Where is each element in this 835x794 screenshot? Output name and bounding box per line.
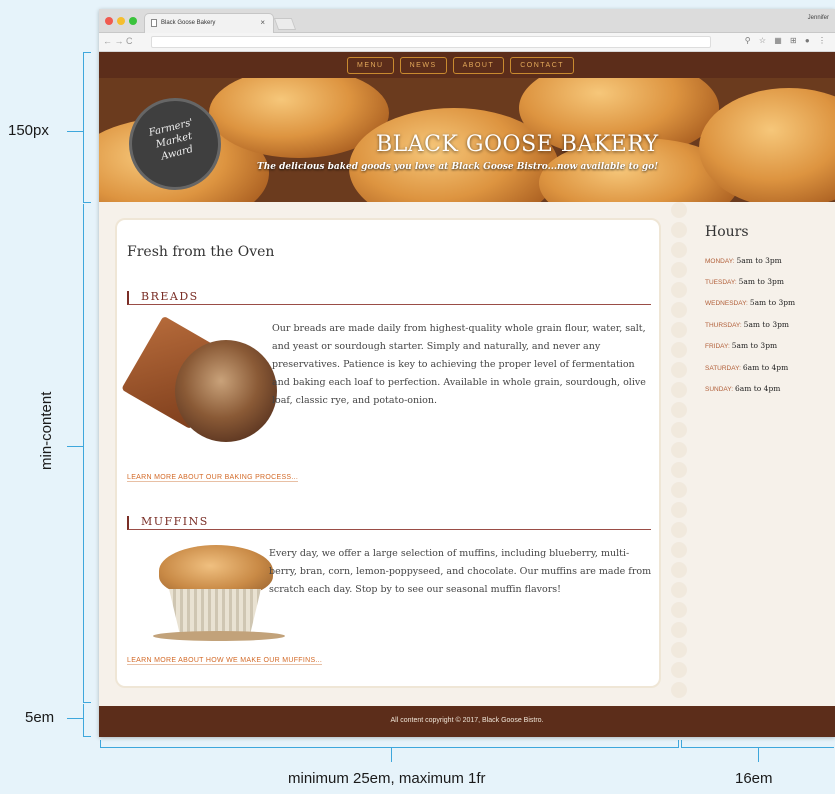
guide-col-main-cap-right xyxy=(678,740,679,748)
guide-row-header-cap-top xyxy=(83,52,91,53)
new-tab-button[interactable] xyxy=(273,18,297,30)
nav-menu-link[interactable]: MENU xyxy=(347,57,394,74)
page: MENU NEWS ABOUT CONTACT Farmers' Market … xyxy=(99,52,835,737)
guide-row-footer-cap-bottom xyxy=(83,736,91,737)
muffin-image xyxy=(153,545,285,645)
nav-about-link[interactable]: ABOUT xyxy=(452,57,505,74)
muffins-learn-more-link[interactable]: LEARN MORE ABOUT HOW WE MAKE OUR MUFFINS… xyxy=(127,657,323,665)
hours-heading: Hours xyxy=(705,224,749,240)
main-content: Fresh from the Oven BREADS Our breads ar… xyxy=(115,218,661,688)
tab-close-icon[interactable]: × xyxy=(260,18,265,27)
site-tagline: The delicious baked goods you love at Bl… xyxy=(257,162,659,172)
nav-contact-link[interactable]: CONTACT xyxy=(510,57,575,74)
annotation-row-main: min-content xyxy=(38,391,55,470)
minimize-window-button[interactable] xyxy=(117,17,125,25)
address-bar-input[interactable] xyxy=(151,36,711,48)
hours-row: THURSDAY: 5am to 3pm xyxy=(705,320,790,329)
browser-tab[interactable]: Black Goose Bakery × xyxy=(144,13,274,33)
nav-news-link[interactable]: NEWS xyxy=(399,57,447,74)
hours-row: MONDAY: 5am to 3pm xyxy=(705,256,782,265)
tab-title: Black Goose Bakery xyxy=(161,20,216,26)
breads-heading: BREADS xyxy=(127,291,651,305)
main-heading: Fresh from the Oven xyxy=(127,244,275,260)
guide-row-main xyxy=(83,204,84,702)
copyright-text: All content copyright © 2017, Black Goos… xyxy=(390,717,544,724)
guide-row-main-tick xyxy=(67,446,83,447)
navigation-icons[interactable]: ← → C xyxy=(103,36,133,46)
hours-row: SATURDAY: 6am to 4pm xyxy=(705,363,789,372)
guide-row-header xyxy=(83,52,84,202)
breads-text: Our breads are made daily from highest-q… xyxy=(272,323,646,406)
annotation-row-header: 150px xyxy=(8,122,49,139)
breads-learn-more-link[interactable]: LEARN MORE ABOUT OUR BAKING PROCESS... xyxy=(127,474,299,482)
profile-name[interactable]: Jennifer xyxy=(808,15,829,21)
guide-col-sidebar-tick xyxy=(758,748,759,762)
annotation-col-main: minimum 25em, maximum 1fr xyxy=(288,770,486,787)
site-title: BLACK GOOSE BAKERY xyxy=(376,132,659,157)
hours-row: TUESDAY: 5am to 3pm xyxy=(705,277,784,286)
guide-row-footer xyxy=(83,704,84,736)
muffins-heading: MUFFINS xyxy=(127,516,651,530)
maximize-window-button[interactable] xyxy=(129,17,137,25)
extension-icons[interactable]: ⚲ ☆ ▦ ⊞ ● ⋮ xyxy=(745,36,829,45)
guide-row-main-cap-bottom xyxy=(83,702,91,703)
main-nav: MENU NEWS ABOUT CONTACT xyxy=(99,52,835,78)
site-footer: All content copyright © 2017, Black Goos… xyxy=(99,706,835,737)
guide-col-main-tick xyxy=(391,748,392,762)
guide-row-footer-tick xyxy=(67,718,83,719)
guide-row-header-tick xyxy=(67,131,83,132)
page-icon xyxy=(151,19,157,27)
guide-col-main xyxy=(100,747,678,748)
address-toolbar: ← → C ⚲ ☆ ▦ ⊞ ● ⋮ xyxy=(99,33,835,52)
content-area: Fresh from the Oven BREADS Our breads ar… xyxy=(99,202,835,706)
site-header: MENU NEWS ABOUT CONTACT Farmers' Market … xyxy=(99,52,835,202)
hero-croissants-image: Farmers' Market Award BLACK GOOSE BAKERY xyxy=(99,78,835,202)
browser-titlebar: Black Goose Bakery × Jennifer xyxy=(99,9,835,33)
close-window-button[interactable] xyxy=(105,17,113,25)
annotation-col-sidebar: 16em xyxy=(735,770,773,787)
hours-sidebar: Hours MONDAY: 5am to 3pm TUESDAY: 5am to… xyxy=(671,202,835,706)
guide-col-sidebar-cap-left xyxy=(681,740,682,748)
browser-window: Black Goose Bakery × Jennifer ← → C ⚲ ☆ … xyxy=(99,9,835,737)
hours-row: SUNDAY: 6am to 4pm xyxy=(705,384,781,393)
guide-col-main-cap-left xyxy=(100,740,101,748)
hours-row: FRIDAY: 5am to 3pm xyxy=(705,341,778,350)
guide-row-header-cap-bottom xyxy=(83,202,91,203)
muffins-text: Every day, we offer a large selection of… xyxy=(269,548,652,595)
hours-row: WEDNESDAY: 5am to 3pm xyxy=(705,298,796,307)
annotation-row-footer: 5em xyxy=(25,709,55,726)
